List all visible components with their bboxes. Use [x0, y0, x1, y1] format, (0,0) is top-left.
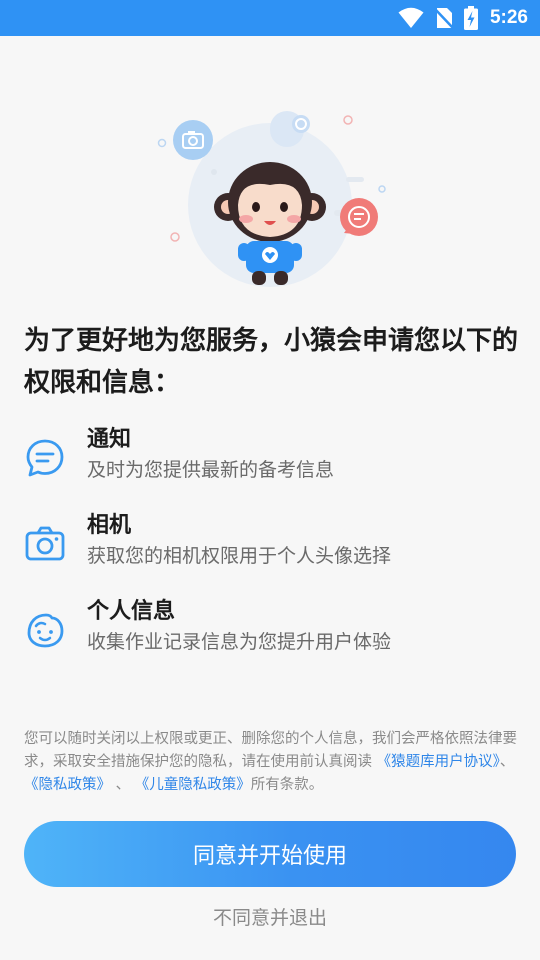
permission-item-personal-info: 个人信息 收集作业记录信息为您提升用户体验 — [24, 597, 524, 667]
chat-bubble-icon — [340, 198, 378, 236]
status-bar: 5:26 — [0, 0, 540, 36]
status-time: 5:26 — [489, 7, 528, 28]
children-privacy-policy-link[interactable]: 《儿童隐私政策》 — [135, 777, 251, 793]
permission-name: 通知 — [87, 427, 132, 452]
battery-charging-icon — [463, 6, 478, 30]
permission-name: 个人信息 — [87, 599, 176, 624]
notice-separator: 、 — [115, 777, 131, 793]
notice-separator: 、 — [499, 754, 515, 770]
hero-illustration — [150, 105, 390, 295]
permission-desc: 及时为您提供最新的备考信息 — [87, 459, 335, 481]
face-icon — [27, 613, 64, 648]
wifi-icon — [398, 7, 424, 29]
permission-desc: 收集作业记录信息为您提升用户体验 — [87, 631, 392, 653]
agree-button[interactable]: 同意并开始使用 — [24, 821, 516, 887]
permission-item-notification: 通知 及时为您提供最新的备考信息 — [24, 425, 524, 495]
no-sim-icon — [434, 7, 454, 29]
privacy-notice: 您可以随时关闭以上权限或更正、删除您的个人信息，我们会严格依照法律要求，采取安全… — [24, 728, 518, 797]
notice-text-end: 所有条款。 — [250, 777, 324, 793]
user-agreement-link[interactable]: 《猿题库用户协议》 — [377, 754, 500, 770]
permission-desc: 获取您的相机权限用于个人头像选择 — [87, 545, 392, 567]
reject-button[interactable]: 不同意并退出 — [0, 903, 540, 933]
permission-name: 相机 — [87, 513, 132, 538]
monkey-mascot — [214, 162, 326, 285]
camera-icon — [25, 526, 65, 561]
privacy-policy-link[interactable]: 《隐私政策》 — [24, 777, 111, 793]
notification-chat-icon — [26, 439, 64, 477]
page-title: 为了更好地为您服务，小猿会申请您以下的权限和信息： — [24, 326, 519, 398]
permission-item-camera: 相机 获取您的相机权限用于个人头像选择 — [24, 511, 524, 581]
